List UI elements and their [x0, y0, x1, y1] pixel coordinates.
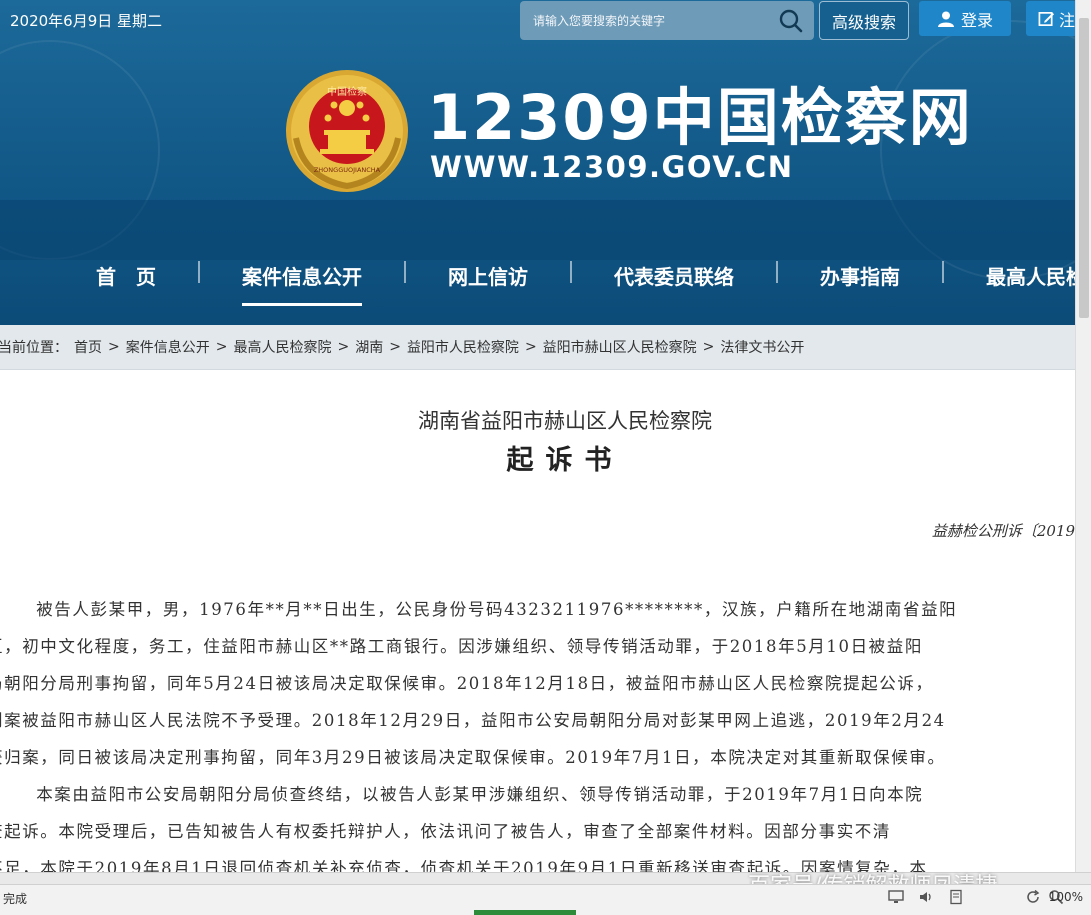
site-title: 12309中国检察网	[427, 81, 973, 154]
breadcrumb-item[interactable]: 首页	[74, 337, 102, 357]
site-header: 2020年6月9日 星期二 高级搜索 登录 注	[0, 0, 1075, 325]
breadcrumb-separator: >	[108, 339, 120, 355]
document-line: 获归案，同日被该局决定刑事拘留，同年3月29日被该局决定取保候审。2019年7月…	[0, 748, 946, 767]
document-icon[interactable]	[948, 889, 964, 905]
login-label: 登录	[960, 10, 993, 30]
document-org: 湖南省益阳市赫山区人民检察院	[418, 409, 712, 433]
nav-divider	[198, 261, 200, 283]
vertical-scrollbar[interactable]	[1075, 0, 1091, 880]
document-line: 被告人彭某甲，男，1976年**月**日出生，公民身份号码4323211976*…	[0, 600, 958, 619]
user-icon	[937, 11, 954, 27]
breadcrumb-item[interactable]: 湖南	[355, 337, 383, 357]
monitor-icon[interactable]	[888, 889, 904, 905]
search-box	[520, 1, 814, 40]
breadcrumb-prefix: 当前位置：	[0, 340, 68, 356]
nav-active-indicator	[242, 303, 362, 306]
document-line: 查起诉。本院受理后，已告知被告人有权委托辩护人，依法讯问了被告人，审查了全部案件…	[0, 822, 891, 841]
advanced-search-button[interactable]: 高级搜索	[819, 1, 909, 40]
breadcrumb-separator: >	[524, 339, 537, 355]
edit-icon	[1038, 11, 1055, 26]
emblem-top-text: 中国检察	[327, 85, 367, 98]
emblem-bottom-text: ZHONGGUOJIANCHA	[314, 166, 381, 174]
document-line: 刑案被益阳市赫山区人民法院不予受理。2018年12月29日，益阳市公安局朝阳分局…	[0, 711, 946, 730]
document-line: 局朝阳分局刑事拘留，同年5月24日被该局决定取保候审。2018年12月18日，被…	[0, 674, 934, 693]
document-number: 益赫检公刑诉〔2019	[931, 522, 1075, 540]
document-line: 区，初中文化程度，务工，住益阳市赫山区**路工商银行。因涉嫌组织、领导传销活动罪…	[0, 637, 923, 656]
status-text: 完成	[3, 892, 28, 906]
nav-item-guide[interactable]: 办事指南	[820, 261, 900, 290]
register-button[interactable]: 注	[1026, 1, 1075, 36]
document-body: 湖南省益阳市赫山区人民检察院 起诉书 益赫检公刑诉〔2019 被告人彭某甲，男，…	[0, 370, 1075, 872]
refresh-icon[interactable]	[1025, 889, 1041, 905]
status-progress-indicator	[474, 910, 576, 915]
breadcrumb-separator: >	[215, 339, 228, 355]
browser-status-bar: 完成 100%	[0, 884, 1091, 915]
search-input[interactable]	[520, 1, 768, 40]
breadcrumb-item[interactable]: 最高人民检察院	[233, 337, 331, 357]
nav-divider	[404, 261, 406, 283]
nav-item-home[interactable]: 首 页	[96, 261, 156, 290]
nav-item-supreme[interactable]: 最高人民检	[986, 261, 1075, 290]
zoom-level[interactable]: 100%	[1049, 890, 1083, 904]
vertical-scroll-thumb[interactable]	[1079, 18, 1089, 318]
nav-divider	[570, 261, 572, 283]
main-nav: 首 页 案件信息公开 网上信访 代表委员联络 办事指南 最高人民检	[0, 245, 1075, 307]
nav-divider	[776, 261, 778, 283]
nav-item-deputies[interactable]: 代表委员联络	[614, 261, 734, 290]
breadcrumb-separator: >	[389, 339, 401, 355]
breadcrumb: 当前位置： 首页 > 案件信息公开 > 最高人民检察院 > 湖南 > 益阳市人民…	[0, 325, 1075, 370]
search-icon	[779, 9, 803, 32]
document-title: 起诉书	[506, 445, 624, 476]
current-date: 2020年6月9日 星期二	[10, 12, 163, 30]
nav-item-case-info[interactable]: 案件信息公开	[242, 261, 362, 290]
site-url: WWW.12309.GOV.CN	[430, 150, 794, 184]
breadcrumb-separator: >	[702, 339, 715, 355]
breadcrumb-item[interactable]: 案件信息公开	[126, 337, 210, 357]
breadcrumb-separator: >	[337, 339, 350, 355]
breadcrumb-item[interactable]: 法律文书公开	[720, 337, 804, 357]
breadcrumb-item[interactable]: 益阳市人民检察院	[407, 337, 519, 357]
speaker-icon[interactable]	[918, 889, 934, 905]
search-button[interactable]	[768, 1, 814, 40]
breadcrumb-item[interactable]: 益阳市赫山区人民检察院	[543, 337, 697, 357]
nav-divider	[942, 261, 944, 283]
login-button[interactable]: 登录	[919, 1, 1011, 36]
document-line: 本案由益阳市公安局朝阳分局侦查终结，以被告人彭某甲涉嫌组织、领导传销活动罪，于2…	[0, 785, 924, 804]
procuratorate-emblem-icon: 中国检察 ZHONGGUOJIANCHA	[286, 70, 408, 192]
nav-item-petition[interactable]: 网上信访	[448, 261, 528, 290]
register-label: 注	[1058, 10, 1075, 30]
